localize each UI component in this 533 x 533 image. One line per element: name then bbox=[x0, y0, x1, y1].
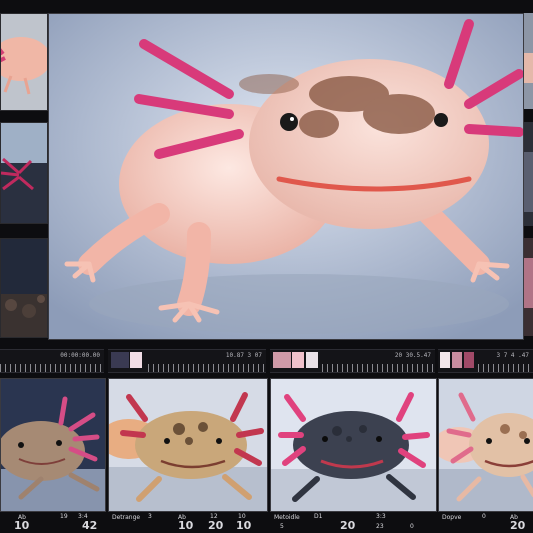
color-swatch bbox=[452, 352, 462, 368]
caption-value: 0 bbox=[410, 523, 414, 530]
caption-number: 10 bbox=[14, 519, 30, 532]
ruler-readout: 20 30.5.47 bbox=[394, 352, 431, 359]
frame-thumbnail-2[interactable] bbox=[108, 378, 268, 512]
frame-caption-1: Ab 10 19 3:4 42 bbox=[0, 511, 104, 533]
timeline-ruler-3[interactable]: 20 30.5.47 bbox=[270, 349, 435, 373]
frame-caption-2: Detrange 3 Ab 10 12 20 10 10 bbox=[108, 511, 266, 533]
thumbnail-right-1[interactable] bbox=[524, 13, 533, 109]
color-swatch bbox=[292, 352, 304, 368]
caption-value: D1 bbox=[314, 513, 323, 520]
frame-caption-3: Metoidle 5 D1 20 3:3 23 0 bbox=[270, 511, 435, 533]
thumbnail-left-3[interactable] bbox=[0, 238, 48, 338]
ruler-ticks bbox=[478, 364, 533, 372]
timeline-ruler-1[interactable]: 00:00:00.00 bbox=[0, 349, 104, 373]
color-swatch bbox=[306, 352, 318, 368]
caption-value: 3:3 bbox=[376, 513, 386, 520]
caption-value: 19 bbox=[60, 513, 68, 520]
caption-number: 20 bbox=[510, 519, 526, 532]
thumbnail-left-1[interactable] bbox=[0, 13, 48, 111]
caption-name: Metoidle bbox=[274, 514, 300, 521]
frame-caption-4: Dopve 0 Ab 20 bbox=[438, 511, 533, 533]
caption-number: 20 bbox=[340, 519, 356, 532]
color-swatch bbox=[111, 352, 129, 368]
timeline-ruler-2[interactable]: 10.87 3 07 bbox=[108, 349, 266, 373]
caption-name: Detrange bbox=[112, 514, 141, 521]
thumbnail-left-2[interactable] bbox=[0, 122, 48, 224]
color-swatch bbox=[440, 352, 450, 368]
caption-number: 42 bbox=[82, 519, 98, 532]
frame-thumbnail-3[interactable] bbox=[270, 378, 437, 512]
ruler-readout: 10.87 3 07 bbox=[225, 352, 262, 359]
caption-value: 0 bbox=[482, 513, 486, 520]
color-swatch bbox=[273, 352, 291, 368]
frame-thumbnail-4[interactable] bbox=[438, 378, 533, 512]
caption-value: 3 bbox=[148, 513, 152, 520]
thumbnail-right-3[interactable] bbox=[524, 238, 533, 336]
caption-number: 10 bbox=[236, 519, 252, 532]
ruler-readout: 00:00:00.00 bbox=[60, 352, 100, 359]
ruler-ticks bbox=[322, 364, 435, 372]
thumbnail-right-2[interactable] bbox=[524, 122, 533, 226]
color-swatch bbox=[464, 352, 474, 368]
frame-thumbnail-1[interactable] bbox=[0, 378, 106, 512]
ruler-ticks bbox=[148, 364, 266, 372]
caption-value: 5 bbox=[280, 523, 284, 530]
timeline-ruler-4[interactable]: 3 7 4 .47 bbox=[438, 349, 533, 373]
caption-name: Dopve bbox=[442, 514, 462, 521]
ruler-readout: 3 7 4 .47 bbox=[496, 352, 529, 359]
ruler-ticks bbox=[0, 364, 104, 372]
main-preview-image[interactable] bbox=[48, 13, 524, 340]
caption-number: 10 bbox=[178, 519, 194, 532]
caption-value: 23 bbox=[376, 523, 384, 530]
color-swatch bbox=[130, 352, 142, 368]
caption-number: 20 bbox=[208, 519, 224, 532]
